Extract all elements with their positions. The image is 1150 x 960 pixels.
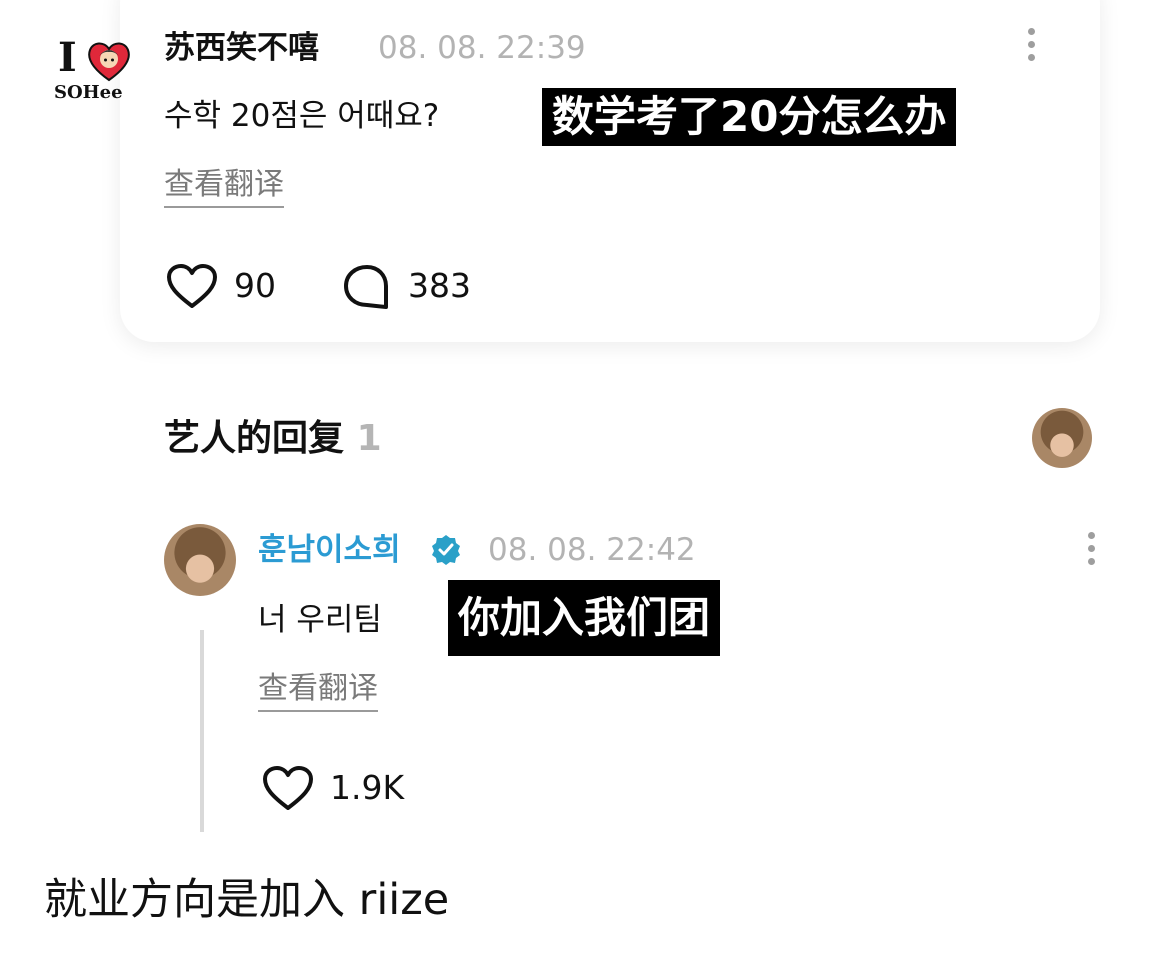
heart-logo-icon <box>88 42 130 82</box>
reply-count: 383 <box>408 266 471 305</box>
reply-username[interactable]: 훈남이소희 <box>258 530 401 570</box>
like-count: 90 <box>234 266 276 305</box>
reply-subtitle: 你加入我们团 <box>448 580 721 656</box>
logo-text: SOHee <box>54 82 123 103</box>
artist-avatar-small[interactable] <box>1032 408 1092 468</box>
artist-replies-count: 1 <box>356 418 382 459</box>
thread-line <box>200 630 204 832</box>
comment-timestamp: 08. 08. 22:39 <box>378 30 586 66</box>
more-vertical-icon[interactable] <box>1028 28 1035 67</box>
artist-replies-title: 艺人的回复 1 <box>164 416 382 462</box>
comment-username[interactable]: 苏西笑不嘻 <box>164 28 319 68</box>
verified-badge-icon <box>432 535 460 565</box>
comment-bubble-icon[interactable] <box>342 264 392 310</box>
reply-like-count: 1.9K <box>330 768 405 807</box>
reply-text: 너 우리팀 <box>258 602 382 638</box>
heart-icon[interactable] <box>166 264 218 310</box>
artist-replies-label: 艺人的回复 <box>164 418 345 459</box>
post-caption: 就业方向是加入 riize <box>44 875 450 925</box>
reply-timestamp: 08. 08. 22:42 <box>488 532 696 568</box>
translate-link[interactable]: 查看翻译 <box>258 670 378 712</box>
logo-letter: I <box>58 34 77 81</box>
comment-subtitle: 数学考了20分怎么办 <box>542 88 957 146</box>
comment-text: 수학 20점은 어때요? <box>164 98 440 134</box>
reply-avatar[interactable] <box>164 524 236 596</box>
heart-icon[interactable] <box>262 766 314 812</box>
translate-link[interactable]: 查看翻译 <box>164 166 284 208</box>
more-vertical-icon[interactable] <box>1088 532 1095 571</box>
